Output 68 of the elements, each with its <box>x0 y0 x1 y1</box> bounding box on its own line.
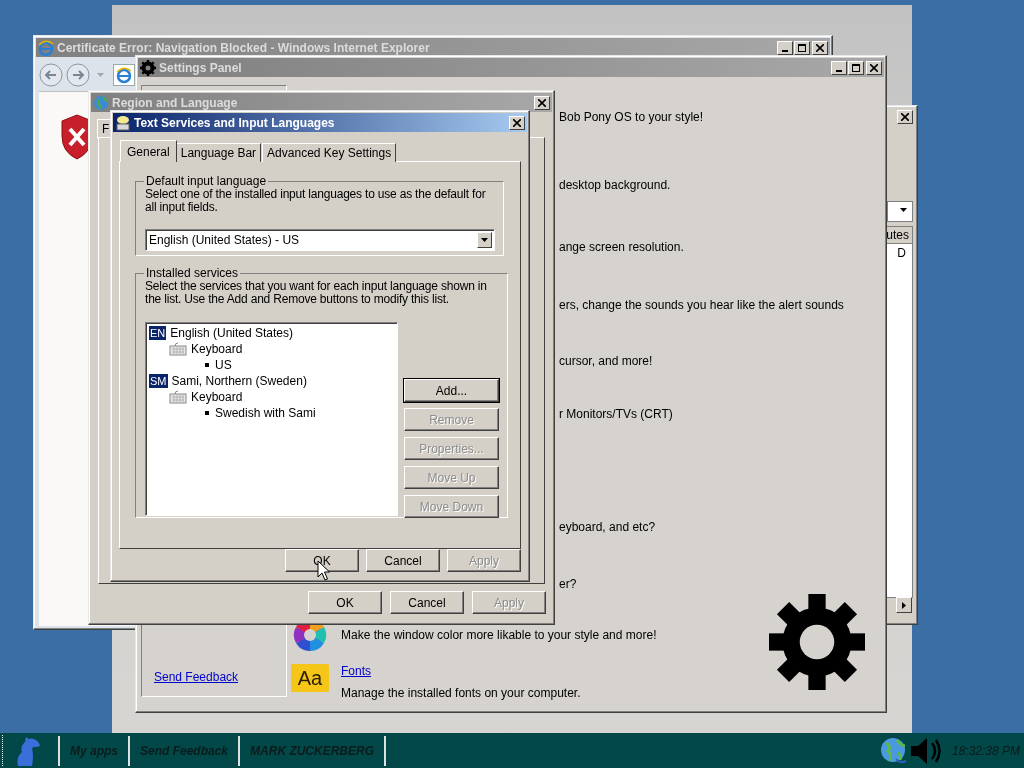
send-feedback-link[interactable]: Send Feedback <box>154 670 239 684</box>
close-icon <box>816 43 824 52</box>
minimize-icon <box>782 49 788 52</box>
caret-icon <box>900 208 907 212</box>
keyboard-icon <box>169 342 187 356</box>
language-badge: EN <box>149 326 167 340</box>
language-dropdown[interactable]: English (United States) - US <box>145 229 495 251</box>
setting-description: cursor, and more! <box>559 353 653 369</box>
tree-item[interactable]: Keyboard <box>191 342 243 356</box>
close-icon <box>538 98 546 107</box>
gear-icon <box>140 59 156 76</box>
group-description: Select the services that you want for each input language shown in the list. Use the Add and Remove buttons to modify this list. <box>145 280 488 306</box>
font-icon: Aa <box>291 664 329 692</box>
group-label: Installed services <box>145 266 240 280</box>
tree-item[interactable]: Keyboard <box>191 390 243 404</box>
globe-icon <box>93 94 109 111</box>
column-header[interactable]: utes <box>886 227 912 244</box>
page-icon <box>113 64 135 86</box>
window-title: Settings Panel <box>159 60 242 75</box>
minimize-icon <box>836 69 842 72</box>
close-icon <box>513 118 521 127</box>
tab[interactable]: General <box>120 140 177 162</box>
setting-description: er? <box>559 576 577 592</box>
dialog-button[interactable]: Cancel <box>390 591 464 614</box>
setting-description: eyboard, and etc? <box>559 519 656 535</box>
back-button[interactable] <box>39 63 63 87</box>
tab[interactable]: Language Bar <box>175 143 262 162</box>
bullet-icon <box>205 363 209 367</box>
close-button[interactable] <box>509 115 525 130</box>
tab[interactable]: Advanced Key Settings <box>262 143 397 162</box>
tree-item[interactable]: Swedish with Sami <box>215 406 316 420</box>
tree-item[interactable]: Sami, Northern (Sweden) <box>171 374 307 388</box>
maximize-icon <box>852 63 860 72</box>
setting-description: ange screen resolution. <box>559 239 684 255</box>
forward-button[interactable] <box>66 63 90 87</box>
dialog-button[interactable]: Cancel <box>366 549 440 572</box>
maximize-icon <box>798 43 806 52</box>
keyboard-icon <box>169 390 187 404</box>
setting-description: Manage the installed fonts on your computer. <box>341 686 581 700</box>
setting-description: ers, change the sounds you hear like the alert sounds <box>559 297 844 313</box>
scroll-right-button[interactable] <box>896 597 912 613</box>
tree-item[interactable]: English (United States) <box>170 326 293 340</box>
window-title: Text Services and Input Languages <box>134 115 335 130</box>
dialog-button[interactable]: OK <box>308 591 382 614</box>
close-icon <box>870 63 878 72</box>
group-label: Default input language <box>145 174 268 188</box>
table-cell-text: D <box>896 245 907 262</box>
keyboard-icon <box>115 114 131 131</box>
language-badge: SM <box>149 374 168 388</box>
fonts-link[interactable]: Fonts <box>341 664 371 678</box>
arrow-icon <box>902 601 906 609</box>
caret-icon <box>481 238 488 242</box>
group-description: Select one of the installed input languages to use as the default for all input fields. <box>145 188 487 214</box>
setting-description: Bob Pony OS to your style! <box>559 109 704 125</box>
close-button[interactable] <box>897 110 913 124</box>
setting-description: Make the window color more likable to your style and more! <box>341 628 657 642</box>
bullet-icon <box>205 411 209 415</box>
setting-description: desktop background. <box>559 177 671 193</box>
tree-item[interactable]: US <box>215 358 232 372</box>
service-button[interactable]: Add... <box>404 379 499 402</box>
setting-description: r Monitors/TVs (CRT) <box>559 406 673 422</box>
globe-icon[interactable] <box>879 736 908 765</box>
window-title: Certificate Error: Navigation Blocked - Windows Internet Explorer <box>57 40 430 55</box>
dropdown-field[interactable] <box>887 201 913 222</box>
browser-icon <box>38 39 54 56</box>
close-icon <box>901 113 909 121</box>
window-title: Region and Language <box>112 95 238 110</box>
gear-icon <box>769 593 865 691</box>
